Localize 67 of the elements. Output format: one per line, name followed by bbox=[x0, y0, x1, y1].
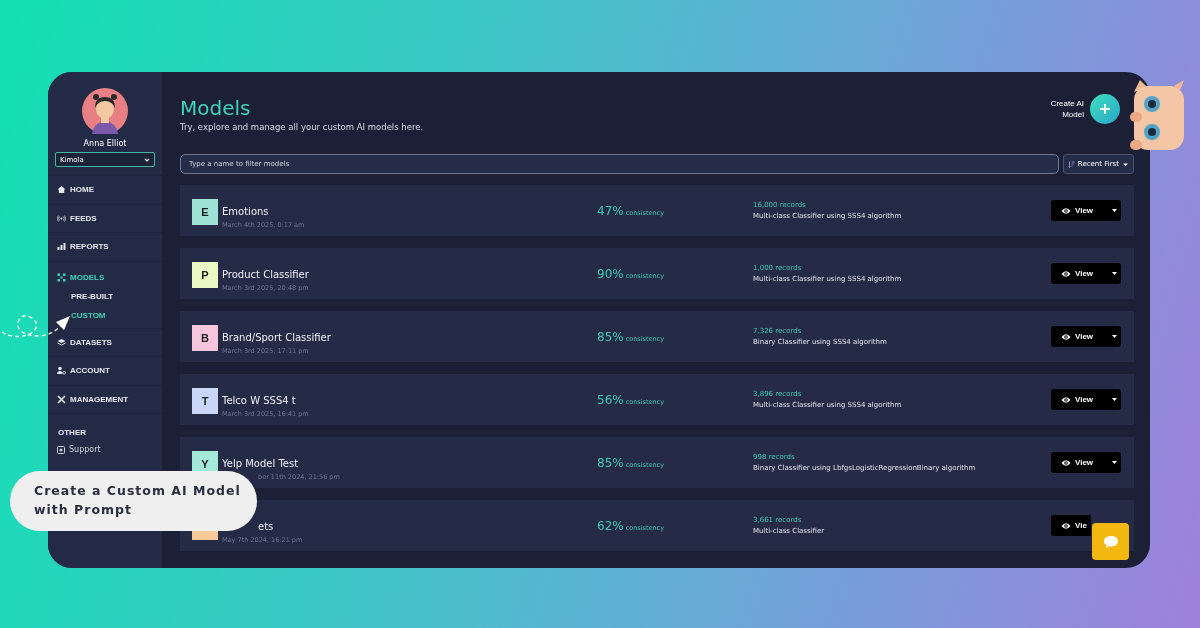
view-button[interactable]: View bbox=[1051, 389, 1108, 410]
model-name: Yelp Model Test bbox=[222, 457, 300, 469]
sidebar-item[interactable]: FEEDS bbox=[48, 204, 162, 233]
model-avatar: E bbox=[192, 199, 218, 225]
plus-icon bbox=[1099, 103, 1111, 115]
bar-chart-icon bbox=[57, 242, 66, 252]
eye-icon bbox=[1061, 206, 1071, 215]
caret-icon bbox=[1112, 272, 1117, 275]
caret-icon bbox=[1112, 398, 1117, 401]
view-button[interactable]: View bbox=[1051, 326, 1108, 347]
home-icon bbox=[57, 185, 66, 195]
model-avatar: T bbox=[192, 388, 218, 414]
sidebar-item[interactable]: HOME bbox=[48, 176, 162, 205]
caret-icon bbox=[1112, 209, 1117, 212]
view-button[interactable]: View bbox=[1051, 263, 1108, 284]
model-name: Emotions bbox=[222, 205, 270, 217]
sidebar-item[interactable]: ACCOUNT bbox=[48, 357, 162, 386]
sidebar-item[interactable]: MANAGEMENT bbox=[48, 385, 162, 414]
consistency-value: 90% bbox=[597, 266, 624, 281]
sidebar-item[interactable]: DATASETS bbox=[48, 328, 162, 357]
eye-icon bbox=[1061, 332, 1071, 341]
view-button[interactable]: View bbox=[1051, 452, 1108, 473]
user-avatar bbox=[82, 88, 128, 134]
consistency-value: 85% bbox=[597, 455, 624, 470]
eye-icon bbox=[1061, 458, 1071, 467]
layers-icon bbox=[57, 337, 66, 347]
model-name: ets bbox=[257, 520, 275, 532]
consistency-value: 47% bbox=[597, 203, 624, 218]
sidebar-item[interactable]: MODELS bbox=[48, 261, 162, 287]
view-button[interactable]: View bbox=[1051, 200, 1108, 221]
tools-icon bbox=[57, 394, 66, 404]
sort-icon bbox=[1067, 160, 1075, 168]
lifebuoy-icon bbox=[57, 445, 65, 454]
sidebar-subitem[interactable]: PRE-BUILT bbox=[48, 286, 162, 306]
eye-icon bbox=[1061, 269, 1071, 278]
dropdown-toggle[interactable] bbox=[1108, 263, 1121, 284]
create-model-button[interactable]: Create AI Model bbox=[1046, 94, 1120, 124]
model-avatar: P bbox=[192, 262, 218, 288]
sidebar-item[interactable]: REPORTS bbox=[48, 233, 162, 262]
dropdown-toggle[interactable] bbox=[1108, 326, 1121, 347]
callout-bubble: Create a Custom AI Model with Prompt bbox=[10, 471, 257, 531]
chat-bubble-icon bbox=[1102, 534, 1119, 549]
caret-icon bbox=[1112, 335, 1117, 338]
broadcast-icon bbox=[57, 213, 66, 223]
grid-nodes-icon bbox=[57, 272, 66, 282]
consistency-value: 85% bbox=[597, 329, 624, 344]
model-name: Telco W SSS4 t bbox=[222, 394, 297, 406]
user-name: Anna Elliot bbox=[83, 139, 127, 148]
view-button[interactable]: Vie bbox=[1051, 515, 1091, 536]
caret-icon bbox=[1112, 461, 1117, 464]
model-avatar: B bbox=[192, 325, 218, 351]
dropdown-toggle[interactable] bbox=[1108, 200, 1121, 221]
user-gear-icon bbox=[57, 366, 66, 376]
sidebar-subitem[interactable]: CUSTOM bbox=[48, 305, 162, 325]
consistency-value: 62% bbox=[597, 518, 624, 533]
page-title: Models bbox=[180, 96, 252, 120]
dropdown-toggle[interactable] bbox=[1108, 452, 1121, 473]
consistency-value: 56% bbox=[597, 392, 624, 407]
model-name: Brand/Sport Classifier bbox=[222, 331, 331, 343]
page-subtitle: Try, explore and manage all your custom AI models here. bbox=[180, 122, 424, 132]
section-heading: OTHER bbox=[57, 427, 87, 439]
model-name: Product Classifier bbox=[222, 268, 309, 280]
chevron-down-icon bbox=[144, 156, 150, 163]
sidebar-link[interactable]: Support bbox=[48, 443, 162, 456]
eye-icon bbox=[1061, 521, 1071, 530]
eye-icon bbox=[1061, 395, 1071, 404]
dropdown-toggle[interactable] bbox=[1108, 389, 1121, 410]
